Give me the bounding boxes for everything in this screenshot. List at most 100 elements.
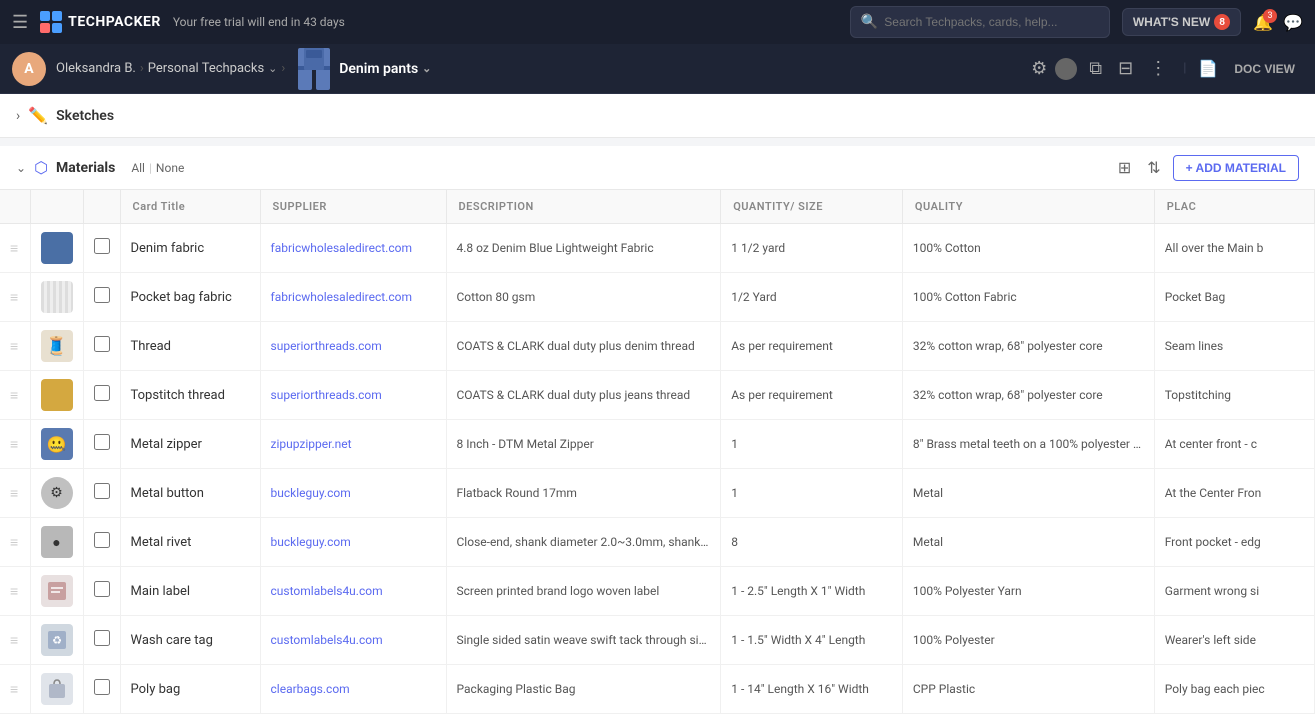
doc-view-button[interactable]: DOC VIEW xyxy=(1226,58,1303,80)
add-material-button[interactable]: + ADD MATERIAL xyxy=(1173,155,1299,181)
row-checkbox[interactable] xyxy=(94,287,110,303)
row-card-title: Denim fabric xyxy=(120,224,260,273)
filter-icon[interactable]: ⊟ xyxy=(1114,54,1137,83)
row-checkbox-cell[interactable] xyxy=(83,518,120,567)
row-quality: 100% Cotton Fabric xyxy=(902,273,1154,322)
row-placement: Garment wrong si xyxy=(1154,567,1314,616)
breadcrumb-chevron-1: › xyxy=(140,61,144,76)
row-quantity: 1 1/2 yard xyxy=(721,224,903,273)
row-quantity: 1/2 Yard xyxy=(721,273,903,322)
row-checkbox[interactable] xyxy=(94,679,110,695)
row-supplier[interactable]: clearbags.com xyxy=(260,665,446,714)
row-card-title: Thread xyxy=(120,322,260,371)
sketch-icon: ✏️ xyxy=(28,106,48,125)
row-quantity: 1 - 14" Length X 16" Width xyxy=(721,665,903,714)
notification-badge: 3 xyxy=(1263,9,1277,23)
expand-arrow-icon: › xyxy=(16,108,20,124)
row-description: Flatback Round 17mm xyxy=(446,469,721,518)
avatar: A xyxy=(12,52,46,86)
row-supplier[interactable]: customlabels4u.com xyxy=(260,567,446,616)
row-supplier[interactable]: superiorthreads.com xyxy=(260,371,446,420)
row-quantity: As per requirement xyxy=(721,371,903,420)
row-drag-handle[interactable]: ≡ xyxy=(0,273,30,322)
app-name: TECHPACKER xyxy=(68,14,161,30)
materials-sort-icon[interactable]: ⇅ xyxy=(1143,154,1164,182)
row-supplier[interactable]: superiorthreads.com xyxy=(260,322,446,371)
table-row: ≡ ♻ Wash care tag customlabels4u.com Sin… xyxy=(0,616,1315,665)
row-checkbox-cell[interactable] xyxy=(83,469,120,518)
materials-actions: ⊞ ⇅ + ADD MATERIAL xyxy=(1114,154,1299,182)
row-placement: All over the Main b xyxy=(1154,224,1314,273)
row-description: Single sided satin weave swift tack thro… xyxy=(446,616,721,665)
row-supplier[interactable]: customlabels4u.com xyxy=(260,616,446,665)
row-checkbox[interactable] xyxy=(94,581,110,597)
row-drag-handle[interactable]: ≡ xyxy=(0,567,30,616)
product-name[interactable]: Denim pants ⌄ xyxy=(339,61,431,77)
row-checkbox[interactable] xyxy=(94,532,110,548)
trial-notice: Your free trial will end in 43 days xyxy=(173,15,838,29)
row-drag-handle[interactable]: ≡ xyxy=(0,518,30,567)
search-icon: 🔍 xyxy=(861,14,878,30)
filter-all-link[interactable]: All xyxy=(131,161,145,175)
table-row: ≡ Topstitch thread superiorthreads.com C… xyxy=(0,371,1315,420)
col-header-quality: QUALITY xyxy=(902,190,1154,224)
settings-icon[interactable]: ⚙ xyxy=(1031,58,1047,79)
row-supplier[interactable]: buckleguy.com xyxy=(260,518,446,567)
row-description: COATS & CLARK dual duty plus jeans threa… xyxy=(446,371,721,420)
row-checkbox-cell[interactable] xyxy=(83,420,120,469)
row-checkbox[interactable] xyxy=(94,483,110,499)
row-checkbox[interactable] xyxy=(94,238,110,254)
global-search[interactable]: 🔍 xyxy=(850,6,1110,38)
table-row: ≡ ● Metal rivet buckleguy.com Close-end,… xyxy=(0,518,1315,567)
materials-view-icon[interactable]: ⊞ xyxy=(1114,154,1135,182)
row-drag-handle[interactable]: ≡ xyxy=(0,224,30,273)
col-header-quantity: QUANTITY/ SIZE xyxy=(721,190,903,224)
breadcrumb-user[interactable]: Oleksandra B. xyxy=(56,61,136,76)
row-placement: At the Center Fron xyxy=(1154,469,1314,518)
row-checkbox[interactable] xyxy=(94,336,110,352)
materials-toggle-icon[interactable]: ⌄ xyxy=(16,161,26,175)
row-card-title: Topstitch thread xyxy=(120,371,260,420)
row-drag-handle[interactable]: ≡ xyxy=(0,322,30,371)
messages-icon[interactable]: 💬 xyxy=(1283,13,1303,32)
row-drag-handle[interactable]: ≡ xyxy=(0,420,30,469)
row-drag-handle[interactable]: ≡ xyxy=(0,469,30,518)
col-header-supplier: SUPPLIER xyxy=(260,190,446,224)
row-thumbnail: ● xyxy=(30,518,83,567)
row-supplier[interactable]: zipupzipper.net xyxy=(260,420,446,469)
row-checkbox-cell[interactable] xyxy=(83,665,120,714)
breadcrumb-workspace[interactable]: Personal Techpacks ⌄ xyxy=(148,61,278,76)
row-card-title: Metal button xyxy=(120,469,260,518)
row-checkbox[interactable] xyxy=(94,630,110,646)
more-options-icon[interactable]: ⋮ xyxy=(1145,54,1171,83)
row-checkbox-cell[interactable] xyxy=(83,322,120,371)
notifications-icon[interactable]: 🔔 3 xyxy=(1253,13,1273,32)
row-checkbox-cell[interactable] xyxy=(83,371,120,420)
row-checkbox-cell[interactable] xyxy=(83,567,120,616)
whats-new-button[interactable]: WHAT'S NEW 8 xyxy=(1122,8,1241,36)
copy-icon[interactable]: ⧉ xyxy=(1085,54,1106,83)
materials-icon: ⬡ xyxy=(34,158,48,177)
row-drag-handle[interactable]: ≡ xyxy=(0,665,30,714)
row-checkbox-cell[interactable] xyxy=(83,616,120,665)
sub-navigation: A Oleksandra B. › Personal Techpacks ⌄ ›… xyxy=(0,44,1315,94)
product-thumbnail xyxy=(295,47,333,91)
breadcrumb-chevron-2: › xyxy=(281,61,285,76)
search-input[interactable] xyxy=(884,15,1099,29)
row-supplier[interactable]: fabricwholesaledirect.com xyxy=(260,273,446,322)
row-drag-handle[interactable]: ≡ xyxy=(0,371,30,420)
row-supplier[interactable]: fabricwholesaledirect.com xyxy=(260,224,446,273)
row-drag-handle[interactable]: ≡ xyxy=(0,616,30,665)
row-checkbox-cell[interactable] xyxy=(83,224,120,273)
row-quality: 100% Polyester xyxy=(902,616,1154,665)
filter-none-link[interactable]: None xyxy=(156,161,184,175)
row-description: 8 Inch - DTM Metal Zipper xyxy=(446,420,721,469)
row-checkbox[interactable] xyxy=(94,385,110,401)
table-row: ≡ Poly bag clearbags.com Packaging Plast… xyxy=(0,665,1315,714)
row-supplier[interactable]: buckleguy.com xyxy=(260,469,446,518)
hamburger-menu[interactable]: ☰ xyxy=(12,12,28,33)
sketches-section[interactable]: › ✏️ Sketches xyxy=(0,94,1315,138)
row-checkbox-cell[interactable] xyxy=(83,273,120,322)
row-checkbox[interactable] xyxy=(94,434,110,450)
row-card-title: Main label xyxy=(120,567,260,616)
